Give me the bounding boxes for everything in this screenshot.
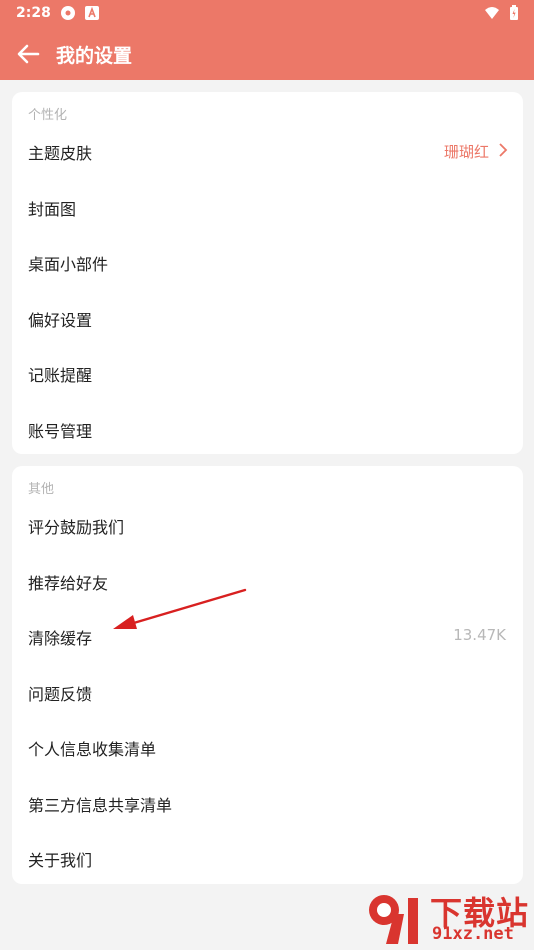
watermark-logo-icon: [369, 895, 418, 944]
row-third-party-sharing-list[interactable]: 第三方信息共享清单: [12, 774, 523, 830]
row-label: 记账提醒: [28, 366, 93, 385]
other-card: 其他 评分鼓励我们 推荐给好友 清除缓存 13.47K 问题反馈 个人信息收集清…: [12, 466, 523, 884]
row-label: 桌面小部件: [28, 255, 109, 274]
row-feedback[interactable]: 问题反馈: [12, 663, 523, 719]
chevron-right-icon: [499, 143, 508, 157]
row-label: 个人信息收集清单: [28, 740, 157, 759]
row-label: 封面图: [28, 200, 77, 219]
section-title-other: 其他: [28, 482, 55, 497]
status-bar: 2:28: [0, 0, 534, 28]
status-time: 2:28: [16, 5, 51, 21]
battery-icon: [510, 5, 518, 20]
watermark: 下载站 91xz.net: [364, 886, 532, 948]
header-bar: 2:28 我的设置: [0, 0, 534, 80]
row-label: 关于我们: [28, 851, 93, 870]
row-personal-info-list[interactable]: 个人信息收集清单: [12, 718, 523, 774]
wifi-icon: [485, 7, 499, 19]
watermark-url: 91xz.net: [432, 924, 514, 944]
row-label: 清除缓存: [28, 629, 93, 648]
row-label: 偏好设置: [28, 311, 93, 330]
row-label: 第三方信息共享清单: [28, 796, 173, 815]
app-bar: 我的设置: [0, 28, 534, 80]
row-label: 账号管理: [28, 422, 93, 441]
a-notification-icon: [85, 6, 99, 20]
row-theme-skin[interactable]: 主题皮肤 珊瑚红: [12, 122, 523, 178]
row-label: 主题皮肤: [28, 144, 93, 163]
row-label: 问题反馈: [28, 685, 93, 704]
row-bookkeeping-reminder[interactable]: 记账提醒: [12, 344, 523, 400]
row-rate-us[interactable]: 评分鼓励我们: [12, 496, 523, 552]
row-preferences[interactable]: 偏好设置: [12, 289, 523, 345]
back-arrow-icon[interactable]: [12, 38, 44, 70]
row-label: 推荐给好友: [28, 574, 109, 593]
row-recommend-friends[interactable]: 推荐给好友: [12, 552, 523, 608]
row-cover-image[interactable]: 封面图: [12, 178, 523, 234]
row-desktop-widget[interactable]: 桌面小部件: [12, 233, 523, 289]
row-account-management[interactable]: 账号管理: [12, 400, 523, 456]
cache-size-value: 13.47K: [453, 626, 506, 644]
settings-app-icon: [61, 6, 75, 20]
row-label: 评分鼓励我们: [28, 518, 125, 537]
row-clear-cache[interactable]: 清除缓存 13.47K: [12, 607, 523, 663]
page-title: 我的设置: [56, 45, 133, 67]
theme-value: 珊瑚红: [443, 143, 489, 161]
section-title-personalization: 个性化: [28, 108, 68, 123]
row-about-us[interactable]: 关于我们: [12, 829, 523, 885]
personalization-card: 个性化 主题皮肤 珊瑚红 封面图 桌面小部件 偏好设置 记账提醒 账号管理: [12, 92, 523, 454]
